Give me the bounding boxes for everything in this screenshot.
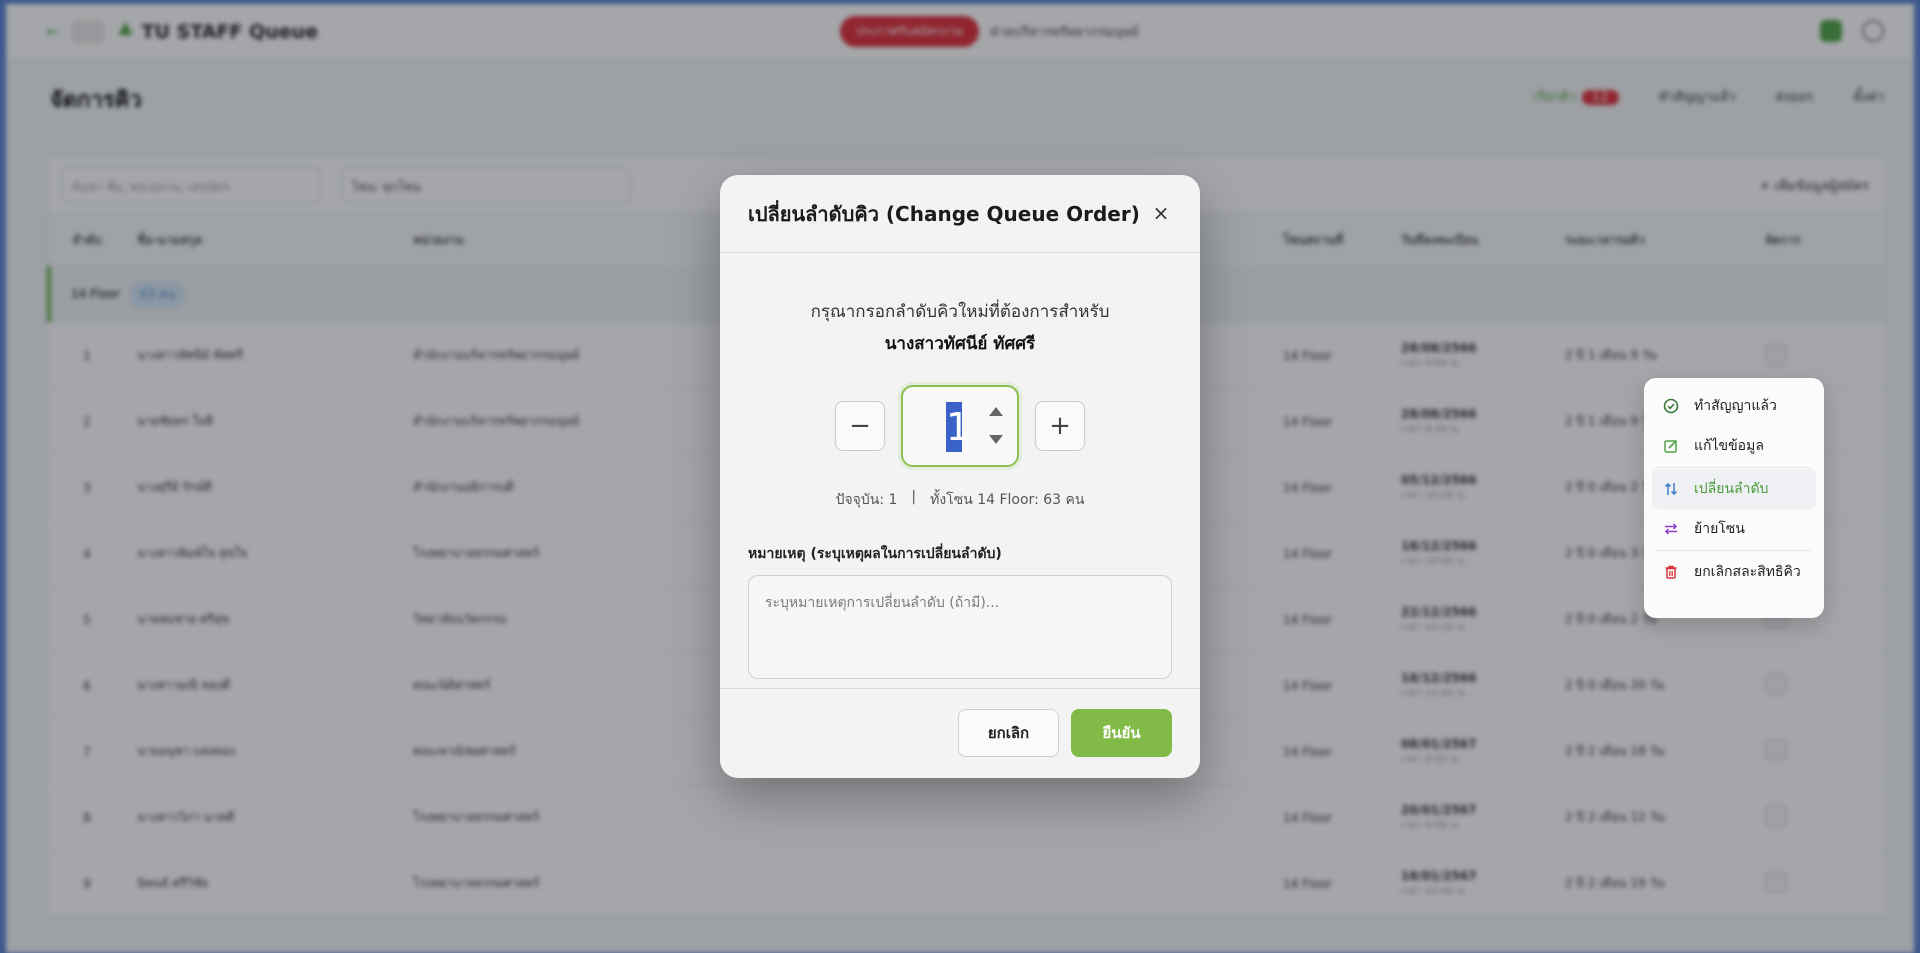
applicant-name: นางสาวทัศนีย์ ทัศศรี <box>884 334 1036 354</box>
menu-item-label: ทำสัญญาแล้ว <box>1694 398 1777 414</box>
modal-header: เปลี่ยนลำดับคิว (Change Queue Order) × <box>720 175 1200 253</box>
menu-item-contracted[interactable]: ทำสัญญาแล้ว <box>1652 386 1816 426</box>
check-circle-icon <box>1662 397 1680 415</box>
modal-body: กรุณากรอกลำดับคิวใหม่ที่ต้องการสำหรับ นา… <box>720 298 1200 683</box>
menu-item-edit[interactable]: แก้ไขข้อมูล <box>1652 426 1816 466</box>
queue-stepper: − 1 + <box>748 385 1172 467</box>
meta-separator: | <box>911 489 917 505</box>
queue-meta: ปัจจุบัน: 1 | ทั้งโซน 14 Floor: 63 คน <box>748 489 1172 511</box>
current-position: ปัจจุบัน: 1 <box>835 492 898 508</box>
change-order-modal: เปลี่ยนลำดับคิว (Change Queue Order) × ก… <box>720 175 1200 778</box>
menu-item-label: ยกเลิกสละสิทธิคิว <box>1694 564 1801 580</box>
modal-title: เปลี่ยนลำดับคิว (Change Queue Order) <box>748 201 1140 226</box>
edit-icon <box>1662 437 1680 455</box>
queue-number-value: 1 <box>946 402 970 452</box>
menu-item-cancel-queue[interactable]: ยกเลิกสละสิทธิคิว <box>1652 552 1816 592</box>
menu-item-label: แก้ไขข้อมูล <box>1694 438 1764 454</box>
queue-number-input[interactable]: 1 <box>901 385 1019 467</box>
spin-down-icon[interactable] <box>989 435 1003 444</box>
reason-label: หมายเหตุ (ระบุเหตุผลในการเปลี่ยนลำดับ) <box>748 546 1002 562</box>
cancel-button[interactable]: ยกเลิก <box>958 709 1059 757</box>
menu-item-move-zone[interactable]: ย้ายโซน <box>1652 509 1816 549</box>
menu-divider <box>1656 550 1812 551</box>
swap-icon <box>1662 520 1680 538</box>
confirm-button[interactable]: ยืนยัน <box>1071 709 1172 757</box>
decrement-button[interactable]: − <box>835 401 885 451</box>
close-icon[interactable]: × <box>1150 202 1172 224</box>
menu-item-label: ย้ายโซน <box>1694 521 1745 537</box>
menu-item-change-order[interactable]: เปลี่ยนลำดับ <box>1652 469 1816 509</box>
menu-item-label: เปลี่ยนลำดับ <box>1694 481 1769 497</box>
trash-icon <box>1662 563 1680 581</box>
modal-footer: ยกเลิก ยืนยัน <box>720 688 1200 778</box>
spin-up-icon[interactable] <box>989 407 1003 416</box>
menu-divider <box>1656 467 1812 468</box>
row-action-menu: ทำสัญญาแล้ว แก้ไขข้อมูล เปลี่ยนลำดับ ย้า… <box>1644 378 1824 618</box>
zone-total: ทั้งโซน 14 Floor: 63 คน <box>930 492 1085 508</box>
reason-textarea[interactable] <box>748 575 1172 679</box>
sort-arrows-icon <box>1662 480 1680 498</box>
modal-prompt: กรุณากรอกลำดับคิวใหม่ที่ต้องการสำหรับ <box>810 302 1110 322</box>
increment-button[interactable]: + <box>1035 401 1085 451</box>
